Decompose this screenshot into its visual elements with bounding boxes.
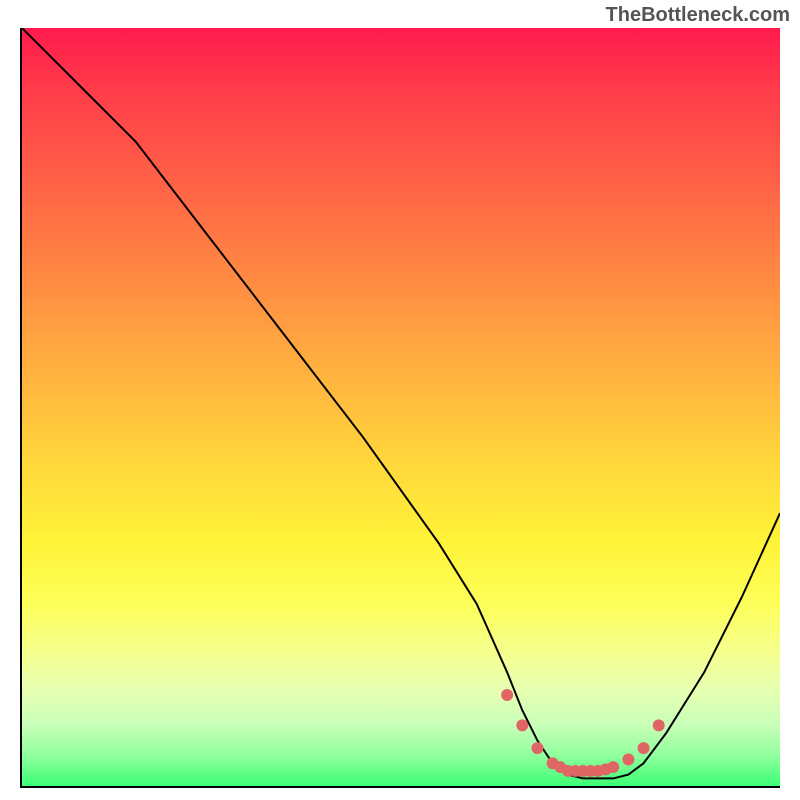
marker-dot xyxy=(607,761,619,773)
bottleneck-curve xyxy=(22,28,780,778)
marker-dot xyxy=(516,719,528,731)
marker-dot xyxy=(638,742,650,754)
chart-svg xyxy=(22,28,780,786)
marker-dot xyxy=(531,742,543,754)
marker-dot xyxy=(653,719,665,731)
chart-container: TheBottleneck.com xyxy=(0,0,800,800)
marker-dot xyxy=(622,753,634,765)
optimal-range-markers xyxy=(501,689,665,777)
marker-dot xyxy=(501,689,513,701)
plot-area xyxy=(20,28,780,788)
watermark-text: TheBottleneck.com xyxy=(606,4,790,27)
